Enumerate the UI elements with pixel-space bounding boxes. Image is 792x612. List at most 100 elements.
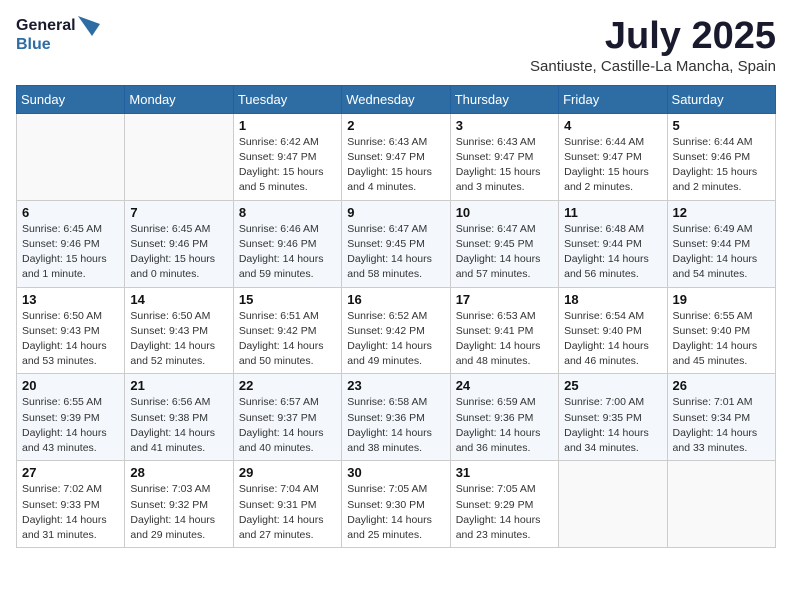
day-info: Sunrise: 6:48 AMSunset: 9:44 PMDaylight:… xyxy=(564,222,661,283)
day-info: Sunrise: 6:53 AMSunset: 9:41 PMDaylight:… xyxy=(456,309,553,370)
day-info: Sunrise: 6:46 AMSunset: 9:46 PMDaylight:… xyxy=(239,222,336,283)
calendar-cell xyxy=(667,461,775,548)
day-info-line: Sunrise: 6:43 AM xyxy=(456,135,553,150)
day-info-line: Daylight: 14 hours and 59 minutes. xyxy=(239,252,336,282)
day-info-line: Daylight: 15 hours and 3 minutes. xyxy=(456,165,553,195)
day-info-line: Sunset: 9:35 PM xyxy=(564,411,661,426)
calendar-cell: 21Sunrise: 6:56 AMSunset: 9:38 PMDayligh… xyxy=(125,374,233,461)
day-info: Sunrise: 7:05 AMSunset: 9:30 PMDaylight:… xyxy=(347,482,444,543)
calendar-cell: 25Sunrise: 7:00 AMSunset: 9:35 PMDayligh… xyxy=(559,374,667,461)
day-info-line: Sunset: 9:37 PM xyxy=(239,411,336,426)
day-info-line: Daylight: 14 hours and 29 minutes. xyxy=(130,513,227,543)
day-number: 24 xyxy=(456,378,553,393)
day-info-line: Daylight: 14 hours and 52 minutes. xyxy=(130,339,227,369)
day-info-line: Sunset: 9:47 PM xyxy=(239,150,336,165)
day-info-line: Sunset: 9:32 PM xyxy=(130,498,227,513)
logo-general: General xyxy=(16,17,76,35)
day-info-line: Daylight: 15 hours and 1 minute. xyxy=(22,252,119,282)
day-info-line: Sunset: 9:47 PM xyxy=(347,150,444,165)
day-info-line: Daylight: 14 hours and 57 minutes. xyxy=(456,252,553,282)
day-info-line: Daylight: 14 hours and 53 minutes. xyxy=(22,339,119,369)
calendar-cell xyxy=(17,113,125,200)
day-number: 11 xyxy=(564,205,661,220)
day-info-line: Sunrise: 6:53 AM xyxy=(456,309,553,324)
calendar-cell: 1Sunrise: 6:42 AMSunset: 9:47 PMDaylight… xyxy=(233,113,341,200)
calendar-week-row: 27Sunrise: 7:02 AMSunset: 9:33 PMDayligh… xyxy=(17,461,776,548)
day-number: 15 xyxy=(239,292,336,307)
day-number: 12 xyxy=(673,205,770,220)
day-info-line: Daylight: 14 hours and 25 minutes. xyxy=(347,513,444,543)
day-info: Sunrise: 6:50 AMSunset: 9:43 PMDaylight:… xyxy=(130,309,227,370)
day-info-line: Sunset: 9:45 PM xyxy=(347,237,444,252)
day-number: 2 xyxy=(347,118,444,133)
day-number: 25 xyxy=(564,378,661,393)
day-info: Sunrise: 7:04 AMSunset: 9:31 PMDaylight:… xyxy=(239,482,336,543)
day-info-line: Sunrise: 6:52 AM xyxy=(347,309,444,324)
day-info-line: Sunset: 9:29 PM xyxy=(456,498,553,513)
calendar-cell: 10Sunrise: 6:47 AMSunset: 9:45 PMDayligh… xyxy=(450,200,558,287)
day-number: 18 xyxy=(564,292,661,307)
day-info-line: Daylight: 14 hours and 48 minutes. xyxy=(456,339,553,369)
day-info-line: Sunrise: 6:45 AM xyxy=(22,222,119,237)
day-info-line: Sunset: 9:43 PM xyxy=(130,324,227,339)
day-info-line: Sunset: 9:46 PM xyxy=(130,237,227,252)
calendar-cell: 13Sunrise: 6:50 AMSunset: 9:43 PMDayligh… xyxy=(17,287,125,374)
day-info: Sunrise: 6:43 AMSunset: 9:47 PMDaylight:… xyxy=(347,135,444,196)
day-number: 29 xyxy=(239,465,336,480)
day-info-line: Sunset: 9:46 PM xyxy=(22,237,119,252)
day-number: 7 xyxy=(130,205,227,220)
weekday-header: Wednesday xyxy=(342,85,450,113)
calendar-cell: 17 Sunrise: 6:53 AMSunset: 9:41 PMDayligh… xyxy=(450,287,558,374)
day-info-line: Sunrise: 6:43 AM xyxy=(347,135,444,150)
weekday-header: Friday xyxy=(559,85,667,113)
day-number: 1 xyxy=(239,118,336,133)
day-info-line: Sunrise: 6:45 AM xyxy=(130,222,227,237)
day-info: Sunrise: 6:56 AMSunset: 9:38 PMDaylight:… xyxy=(130,395,227,456)
day-info-line: Daylight: 14 hours and 27 minutes. xyxy=(239,513,336,543)
day-info-line: Daylight: 14 hours and 45 minutes. xyxy=(673,339,770,369)
day-info: Sunrise: 7:01 AMSunset: 9:34 PMDaylight:… xyxy=(673,395,770,456)
day-info-line: Sunset: 9:31 PM xyxy=(239,498,336,513)
day-info-line: Sunrise: 6:47 AM xyxy=(456,222,553,237)
day-info-line: Sunset: 9:45 PM xyxy=(456,237,553,252)
day-number: 27 xyxy=(22,465,119,480)
calendar-cell xyxy=(559,461,667,548)
day-info-line: Sunrise: 6:59 AM xyxy=(456,395,553,410)
day-number: 8 xyxy=(239,205,336,220)
day-info: Sunrise: 6:55 AMSunset: 9:40 PMDaylight:… xyxy=(673,309,770,370)
calendar-cell: 7 Sunrise: 6:45 AMSunset: 9:46 PMDaylight… xyxy=(125,200,233,287)
day-info: Sunrise: 6:50 AMSunset: 9:43 PMDaylight:… xyxy=(22,309,119,370)
day-info-line: Daylight: 15 hours and 0 minutes. xyxy=(130,252,227,282)
day-info-line: Daylight: 15 hours and 5 minutes. xyxy=(239,165,336,195)
day-number: 5 xyxy=(673,118,770,133)
title-block: July 2025 Santiuste, Castille-La Mancha,… xyxy=(530,16,776,75)
day-info: Sunrise: 6:51 AMSunset: 9:42 PMDaylight:… xyxy=(239,309,336,370)
day-info-line: Daylight: 14 hours and 34 minutes. xyxy=(564,426,661,456)
day-number: 3 xyxy=(456,118,553,133)
day-info-line: Sunset: 9:40 PM xyxy=(673,324,770,339)
day-info-line: Sunset: 9:30 PM xyxy=(347,498,444,513)
day-info: Sunrise: 6:58 AMSunset: 9:36 PMDaylight:… xyxy=(347,395,444,456)
day-number: 14 xyxy=(130,292,227,307)
calendar-week-row: 1Sunrise: 6:42 AMSunset: 9:47 PMDaylight… xyxy=(17,113,776,200)
calendar-cell: 30Sunrise: 7:05 AMSunset: 9:30 PMDayligh… xyxy=(342,461,450,548)
calendar-cell: 24Sunrise: 6:59 AMSunset: 9:36 PMDayligh… xyxy=(450,374,558,461)
day-info-line: Sunset: 9:36 PM xyxy=(347,411,444,426)
day-number: 17 xyxy=(456,292,553,307)
day-number: 19 xyxy=(673,292,770,307)
day-info-line: Sunset: 9:44 PM xyxy=(564,237,661,252)
calendar-table: SundayMondayTuesdayWednesdayThursdayFrid… xyxy=(16,85,776,548)
day-info-line: Sunset: 9:46 PM xyxy=(239,237,336,252)
day-info-line: Sunrise: 6:47 AM xyxy=(347,222,444,237)
day-info-line: Sunset: 9:41 PM xyxy=(456,324,553,339)
day-info-line: Daylight: 14 hours and 43 minutes. xyxy=(22,426,119,456)
day-number: 26 xyxy=(673,378,770,393)
weekday-header-row: SundayMondayTuesdayWednesdayThursdayFrid… xyxy=(17,85,776,113)
weekday-header: Tuesday xyxy=(233,85,341,113)
day-info: Sunrise: 6:44 AMSunset: 9:47 PMDaylight:… xyxy=(564,135,661,196)
day-number: 31 xyxy=(456,465,553,480)
day-info-line: Sunset: 9:42 PM xyxy=(239,324,336,339)
logo: General Blue xyxy=(16,16,100,54)
day-info: Sunrise: 7:05 AMSunset: 9:29 PMDaylight:… xyxy=(456,482,553,543)
month-title: July 2025 xyxy=(530,16,776,58)
